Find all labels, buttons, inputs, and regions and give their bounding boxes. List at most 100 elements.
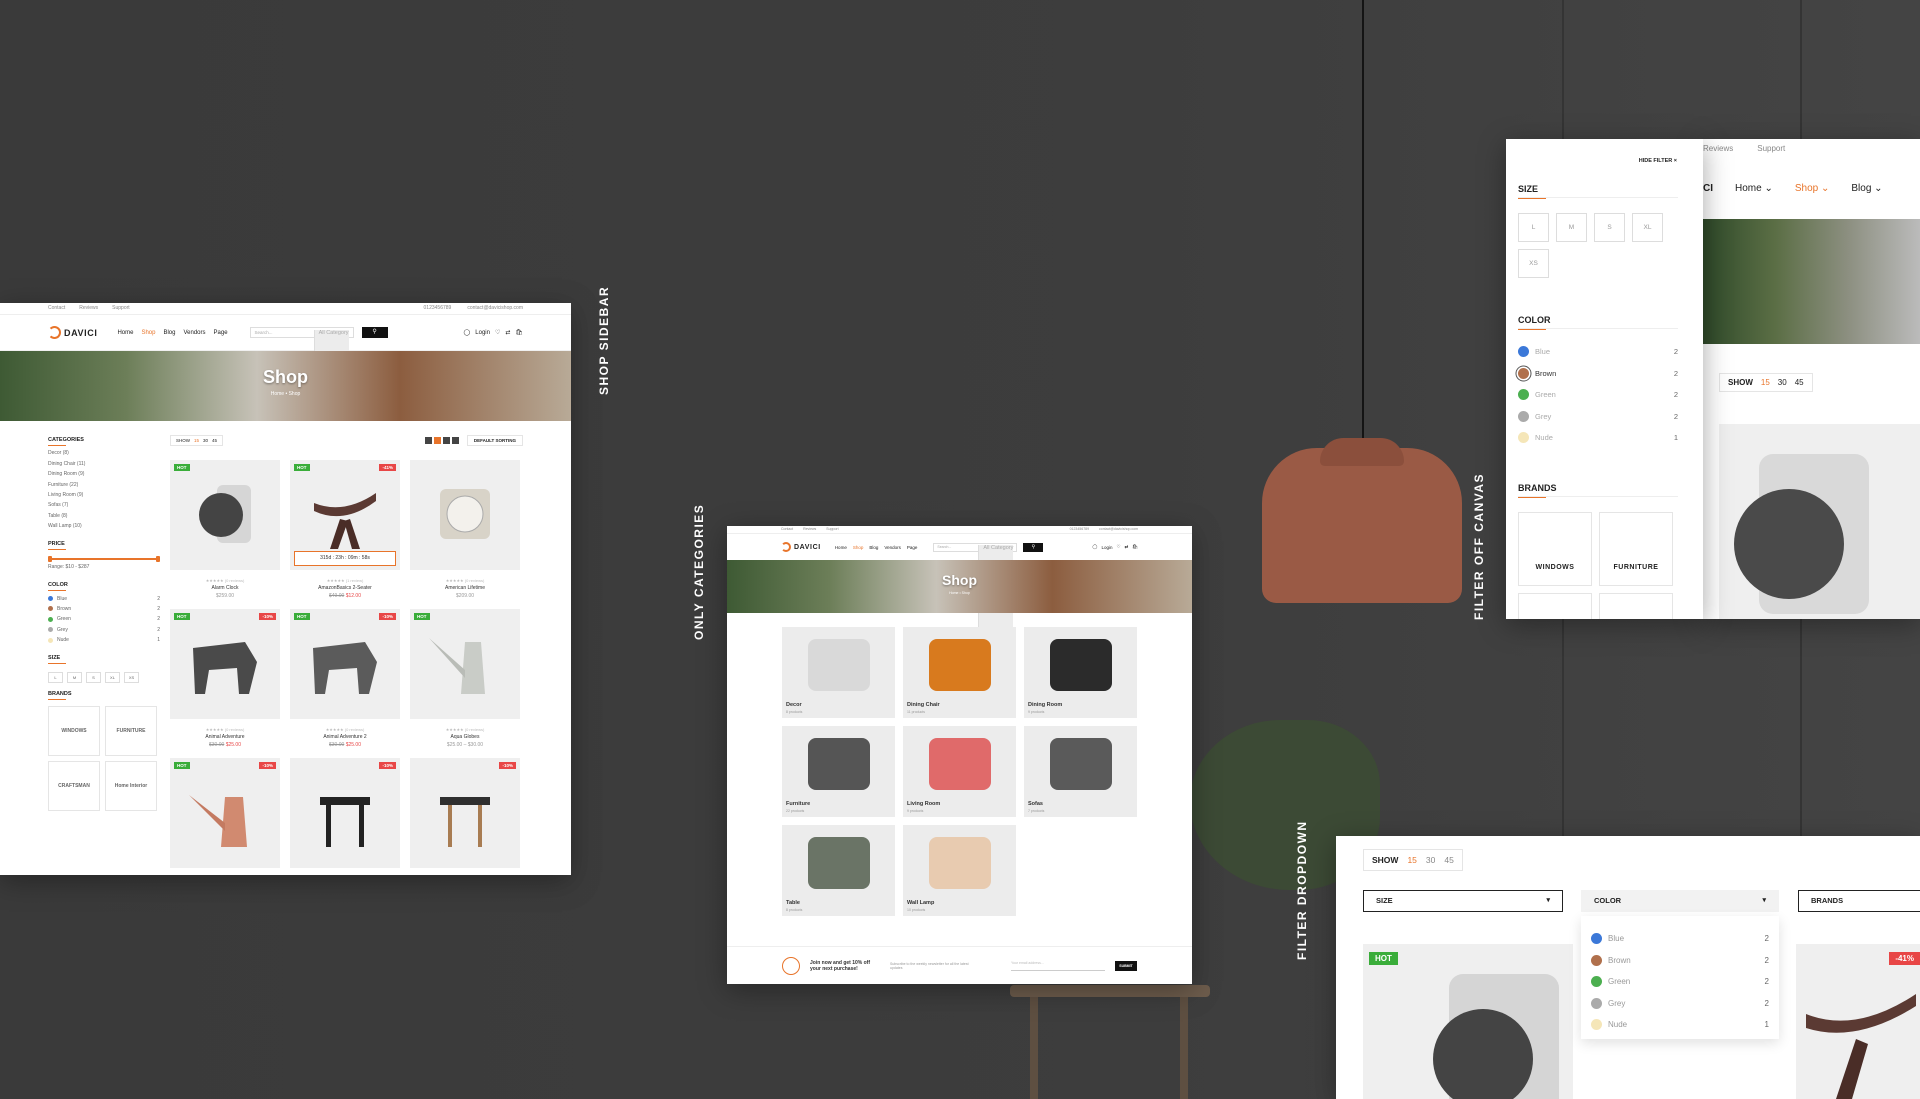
product-card[interactable]: -10%: [410, 758, 520, 868]
show-45[interactable]: 45: [1444, 855, 1453, 865]
product-image[interactable]: -10%: [290, 758, 400, 868]
product-card[interactable]: HOT ★★★★★ (0 reviews) Alarm Clock $259.00: [170, 460, 280, 599]
brand-windows[interactable]: WINDOWS: [48, 706, 100, 757]
category-link[interactable]: Wall Lamp (10): [48, 523, 160, 529]
menu-vendors[interactable]: Vendors: [183, 330, 205, 336]
product-name[interactable]: Alarm Clock: [170, 585, 280, 591]
show-15[interactable]: 15: [194, 438, 199, 443]
compare-icon[interactable]: ⇄: [1125, 544, 1129, 550]
menu-shop[interactable]: Shop: [853, 545, 864, 550]
menu-blog[interactable]: Blog: [163, 330, 175, 336]
menu-vendors[interactable]: Vendors: [884, 545, 901, 550]
category-card[interactable]: Dining Chair 11 products: [903, 627, 1016, 718]
menu-blog[interactable]: Blog ⌄: [1851, 183, 1882, 194]
product-name[interactable]: Animal Adventure 2: [290, 734, 400, 740]
search-input[interactable]: Search... All Category: [249, 327, 354, 421]
product-card[interactable]: HOT: [1363, 944, 1573, 1099]
color-option[interactable]: Grey 2: [1591, 993, 1769, 1015]
size-option[interactable]: L: [48, 672, 63, 684]
color-option[interactable]: Blue 2: [1591, 928, 1769, 950]
price-slider[interactable]: [48, 556, 160, 563]
category-card[interactable]: Decor 8 products: [782, 627, 895, 718]
brand-windows[interactable]: WINDOWS: [1518, 512, 1592, 586]
category-card[interactable]: Sofas 7 products: [1024, 726, 1137, 817]
menu-page[interactable]: Page: [214, 330, 228, 336]
show-30[interactable]: 30: [203, 438, 208, 443]
topbar-link-support[interactable]: Support: [826, 527, 838, 532]
product-image[interactable]: HOT -41% 315d : 23h : 09m : 58s: [290, 460, 400, 570]
category-link[interactable]: Decor (8): [48, 450, 160, 456]
product-image[interactable]: HOT -10%: [170, 609, 280, 719]
brand-partial[interactable]: [1518, 593, 1592, 619]
product-image[interactable]: [1719, 424, 1920, 619]
color-option[interactable]: Blue 2: [1518, 341, 1678, 363]
menu-home[interactable]: Home ⌄: [1735, 183, 1773, 194]
cart-icon[interactable]: 🛍: [515, 329, 523, 336]
show-15[interactable]: 15: [1407, 855, 1416, 865]
login-link[interactable]: Login: [1101, 545, 1112, 550]
logo[interactable]: DAVICI: [781, 542, 821, 552]
compare-icon[interactable]: ⇄: [505, 329, 510, 336]
color-option[interactable]: Grey 2: [1518, 406, 1678, 428]
product-name[interactable]: Animal Adventure: [170, 734, 280, 740]
topbar-link-reviews[interactable]: Reviews: [79, 305, 98, 312]
newsletter-submit-button[interactable]: SUBMIT: [1115, 960, 1137, 971]
color-option[interactable]: Blue 2: [48, 596, 160, 602]
topbar-link-support[interactable]: Support: [1757, 144, 1785, 153]
color-option[interactable]: Grey 2: [48, 627, 160, 633]
color-option[interactable]: Nude 1: [1591, 1014, 1769, 1036]
brand-partial[interactable]: [1599, 593, 1673, 619]
newsletter-email-input[interactable]: Your email address...: [1011, 961, 1105, 971]
topbar-link-support[interactable]: Support: [112, 305, 130, 312]
product-image[interactable]: HOT -10%: [290, 609, 400, 719]
grid-4-icon[interactable]: [442, 437, 450, 444]
menu-shop[interactable]: Shop: [141, 330, 155, 336]
product-image[interactable]: HOT: [410, 609, 520, 719]
category-link[interactable]: Living Room (9): [48, 492, 160, 498]
size-option[interactable]: XS: [1518, 249, 1549, 278]
user-icon[interactable]: ◯: [464, 329, 471, 336]
topbar-link-contact[interactable]: Contact: [781, 527, 793, 532]
category-card[interactable]: Table 8 products: [782, 825, 895, 916]
category-card[interactable]: Furniture 22 products: [782, 726, 895, 817]
size-option[interactable]: XS: [124, 672, 139, 684]
product-name[interactable]: AmazonBasics 2-Seater: [290, 585, 400, 591]
product-name[interactable]: American Lifetime: [410, 585, 520, 591]
cart-icon[interactable]: 🛍: [1132, 544, 1138, 550]
size-option[interactable]: M: [67, 672, 82, 684]
category-card[interactable]: Dining Room 9 products: [1024, 627, 1137, 718]
category-link[interactable]: Sofas (7): [48, 502, 160, 508]
product-card[interactable]: HOT -10%: [170, 758, 280, 868]
size-option[interactable]: XL: [1632, 213, 1663, 242]
color-option[interactable]: Green 2: [48, 616, 160, 622]
size-option[interactable]: S: [86, 672, 101, 684]
search-input[interactable]: Search... All Category: [933, 542, 1018, 636]
wishlist-icon[interactable]: ♡: [1116, 544, 1120, 550]
login-link[interactable]: Login: [475, 330, 490, 336]
logo[interactable]: DAVICI: [48, 326, 97, 339]
show-30[interactable]: 30: [1778, 378, 1787, 387]
hide-filter-button[interactable]: HIDE FILTER ×: [1639, 158, 1677, 164]
size-dropdown[interactable]: SIZE ▾: [1363, 890, 1563, 912]
color-option[interactable]: Nude 1: [1518, 427, 1678, 449]
menu-blog[interactable]: Blog: [869, 545, 878, 550]
color-option[interactable]: Brown 2: [1518, 363, 1678, 385]
topbar-link-contact[interactable]: Contact: [48, 305, 65, 312]
size-option[interactable]: S: [1594, 213, 1625, 242]
product-card[interactable]: -10%: [290, 758, 400, 868]
product-image[interactable]: -10%: [410, 758, 520, 868]
category-card[interactable]: Living Room 9 products: [903, 726, 1016, 817]
product-image[interactable]: HOT: [170, 460, 280, 570]
product-name[interactable]: Aqua Globes: [410, 734, 520, 740]
topbar-link-reviews[interactable]: Reviews: [1703, 144, 1733, 153]
menu-page[interactable]: Page: [907, 545, 918, 550]
color-option[interactable]: Green 2: [1591, 971, 1769, 993]
size-option[interactable]: M: [1556, 213, 1587, 242]
brand-furniture[interactable]: FURNITURE: [105, 706, 157, 757]
category-link[interactable]: Furniture (22): [48, 482, 160, 488]
color-option[interactable]: Brown 2: [48, 606, 160, 612]
list-icon[interactable]: [451, 437, 459, 444]
search-button[interactable]: ⚲: [361, 327, 388, 338]
wishlist-icon[interactable]: ♡: [495, 329, 500, 336]
product-card[interactable]: HOT -10% ★★★★★ (0 reviews) Animal Adventure…: [170, 609, 280, 748]
